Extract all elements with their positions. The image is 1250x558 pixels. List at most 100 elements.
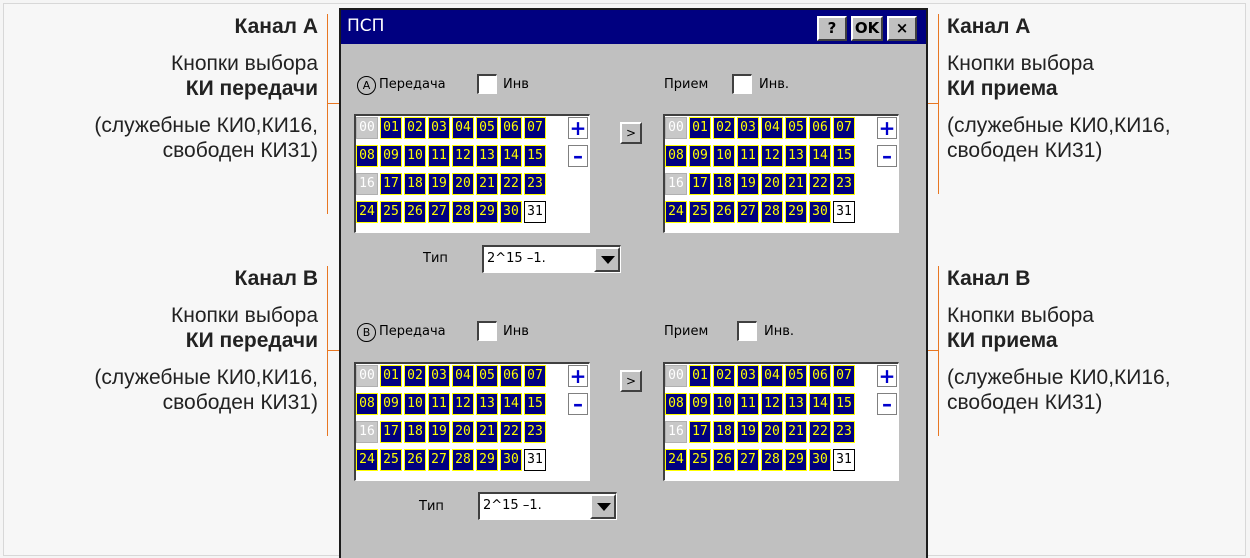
timeslot-00-button[interactable]: 00 bbox=[665, 365, 687, 387]
timeslot-10-button[interactable]: 10 bbox=[713, 393, 735, 415]
timeslot-28-button[interactable]: 28 bbox=[452, 449, 474, 471]
timeslot-27-button[interactable]: 27 bbox=[737, 201, 759, 223]
timeslot-07-button[interactable]: 07 bbox=[524, 117, 546, 139]
timeslot-14-button[interactable]: 14 bbox=[809, 393, 831, 415]
channel-a-tx-invert-checkbox[interactable] bbox=[477, 74, 497, 94]
timeslot-03-button[interactable]: 03 bbox=[737, 117, 759, 139]
minus-button[interactable]: – bbox=[877, 393, 897, 415]
timeslot-27-button[interactable]: 27 bbox=[428, 449, 450, 471]
timeslot-00-button[interactable]: 00 bbox=[665, 117, 687, 139]
timeslot-28-button[interactable]: 28 bbox=[452, 201, 474, 223]
timeslot-24-button[interactable]: 24 bbox=[356, 201, 378, 223]
timeslot-03-button[interactable]: 03 bbox=[737, 365, 759, 387]
plus-button[interactable]: + bbox=[568, 117, 588, 139]
ok-button[interactable]: OK bbox=[851, 16, 883, 41]
timeslot-17-button[interactable]: 17 bbox=[689, 173, 711, 195]
timeslot-12-button[interactable]: 12 bbox=[761, 145, 783, 167]
timeslot-20-button[interactable]: 20 bbox=[761, 173, 783, 195]
timeslot-02-button[interactable]: 02 bbox=[404, 117, 426, 139]
timeslot-23-button[interactable]: 23 bbox=[833, 173, 855, 195]
timeslot-11-button[interactable]: 11 bbox=[428, 145, 450, 167]
timeslot-29-button[interactable]: 29 bbox=[476, 201, 498, 223]
timeslot-11-button[interactable]: 11 bbox=[737, 145, 759, 167]
timeslot-10-button[interactable]: 10 bbox=[404, 393, 426, 415]
timeslot-12-button[interactable]: 12 bbox=[761, 393, 783, 415]
timeslot-26-button[interactable]: 26 bbox=[713, 449, 735, 471]
timeslot-04-button[interactable]: 04 bbox=[761, 365, 783, 387]
timeslot-30-button[interactable]: 30 bbox=[809, 449, 831, 471]
timeslot-04-button[interactable]: 04 bbox=[452, 117, 474, 139]
timeslot-05-button[interactable]: 05 bbox=[476, 117, 498, 139]
timeslot-02-button[interactable]: 02 bbox=[713, 117, 735, 139]
timeslot-08-button[interactable]: 08 bbox=[356, 393, 378, 415]
timeslot-20-button[interactable]: 20 bbox=[452, 173, 474, 195]
timeslot-29-button[interactable]: 29 bbox=[785, 201, 807, 223]
timeslot-31-button[interactable]: 31 bbox=[524, 201, 546, 223]
timeslot-00-button[interactable]: 00 bbox=[356, 117, 378, 139]
timeslot-26-button[interactable]: 26 bbox=[404, 201, 426, 223]
timeslot-23-button[interactable]: 23 bbox=[524, 173, 546, 195]
timeslot-09-button[interactable]: 09 bbox=[689, 145, 711, 167]
timeslot-29-button[interactable]: 29 bbox=[476, 449, 498, 471]
timeslot-09-button[interactable]: 09 bbox=[380, 145, 402, 167]
timeslot-06-button[interactable]: 06 bbox=[809, 365, 831, 387]
minus-button[interactable]: – bbox=[568, 145, 588, 167]
timeslot-25-button[interactable]: 25 bbox=[380, 201, 402, 223]
timeslot-14-button[interactable]: 14 bbox=[500, 393, 522, 415]
timeslot-21-button[interactable]: 21 bbox=[785, 173, 807, 195]
timeslot-15-button[interactable]: 15 bbox=[833, 393, 855, 415]
timeslot-08-button[interactable]: 08 bbox=[356, 145, 378, 167]
timeslot-11-button[interactable]: 11 bbox=[428, 393, 450, 415]
timeslot-09-button[interactable]: 09 bbox=[380, 393, 402, 415]
timeslot-30-button[interactable]: 30 bbox=[500, 201, 522, 223]
timeslot-07-button[interactable]: 07 bbox=[833, 365, 855, 387]
channel-a-rx-invert-checkbox[interactable] bbox=[732, 74, 752, 94]
timeslot-06-button[interactable]: 06 bbox=[500, 365, 522, 387]
timeslot-00-button[interactable]: 00 bbox=[356, 365, 378, 387]
timeslot-10-button[interactable]: 10 bbox=[404, 145, 426, 167]
timeslot-15-button[interactable]: 15 bbox=[833, 145, 855, 167]
channel-b-rx-invert-checkbox[interactable] bbox=[737, 321, 757, 341]
timeslot-01-button[interactable]: 01 bbox=[689, 365, 711, 387]
timeslot-01-button[interactable]: 01 bbox=[689, 117, 711, 139]
channel-b-tx-invert-checkbox[interactable] bbox=[477, 321, 497, 341]
chevron-down-icon[interactable] bbox=[590, 494, 616, 519]
timeslot-13-button[interactable]: 13 bbox=[476, 145, 498, 167]
timeslot-16-button[interactable]: 16 bbox=[665, 421, 687, 443]
timeslot-26-button[interactable]: 26 bbox=[404, 449, 426, 471]
timeslot-25-button[interactable]: 25 bbox=[380, 449, 402, 471]
channel-a-type-select[interactable]: 2^15 –1. bbox=[482, 245, 621, 273]
minus-button[interactable]: – bbox=[877, 145, 897, 167]
timeslot-18-button[interactable]: 18 bbox=[404, 421, 426, 443]
timeslot-22-button[interactable]: 22 bbox=[500, 173, 522, 195]
timeslot-19-button[interactable]: 19 bbox=[737, 421, 759, 443]
timeslot-04-button[interactable]: 04 bbox=[761, 117, 783, 139]
plus-button[interactable]: + bbox=[877, 365, 897, 387]
timeslot-16-button[interactable]: 16 bbox=[356, 173, 378, 195]
timeslot-12-button[interactable]: 12 bbox=[452, 145, 474, 167]
timeslot-25-button[interactable]: 25 bbox=[689, 449, 711, 471]
timeslot-24-button[interactable]: 24 bbox=[665, 201, 687, 223]
timeslot-15-button[interactable]: 15 bbox=[524, 145, 546, 167]
timeslot-16-button[interactable]: 16 bbox=[665, 173, 687, 195]
timeslot-05-button[interactable]: 05 bbox=[785, 117, 807, 139]
timeslot-19-button[interactable]: 19 bbox=[428, 421, 450, 443]
timeslot-02-button[interactable]: 02 bbox=[713, 365, 735, 387]
timeslot-06-button[interactable]: 06 bbox=[500, 117, 522, 139]
timeslot-05-button[interactable]: 05 bbox=[785, 365, 807, 387]
timeslot-29-button[interactable]: 29 bbox=[785, 449, 807, 471]
timeslot-19-button[interactable]: 19 bbox=[428, 173, 450, 195]
channel-b-type-select[interactable]: 2^15 –1. bbox=[478, 492, 617, 520]
timeslot-25-button[interactable]: 25 bbox=[689, 201, 711, 223]
timeslot-31-button[interactable]: 31 bbox=[833, 201, 855, 223]
timeslot-02-button[interactable]: 02 bbox=[404, 365, 426, 387]
timeslot-08-button[interactable]: 08 bbox=[665, 145, 687, 167]
timeslot-03-button[interactable]: 03 bbox=[428, 117, 450, 139]
timeslot-22-button[interactable]: 22 bbox=[809, 421, 831, 443]
timeslot-17-button[interactable]: 17 bbox=[689, 421, 711, 443]
timeslot-15-button[interactable]: 15 bbox=[524, 393, 546, 415]
plus-button[interactable]: + bbox=[568, 365, 588, 387]
timeslot-21-button[interactable]: 21 bbox=[785, 421, 807, 443]
timeslot-08-button[interactable]: 08 bbox=[665, 393, 687, 415]
close-button[interactable]: × bbox=[887, 16, 917, 41]
